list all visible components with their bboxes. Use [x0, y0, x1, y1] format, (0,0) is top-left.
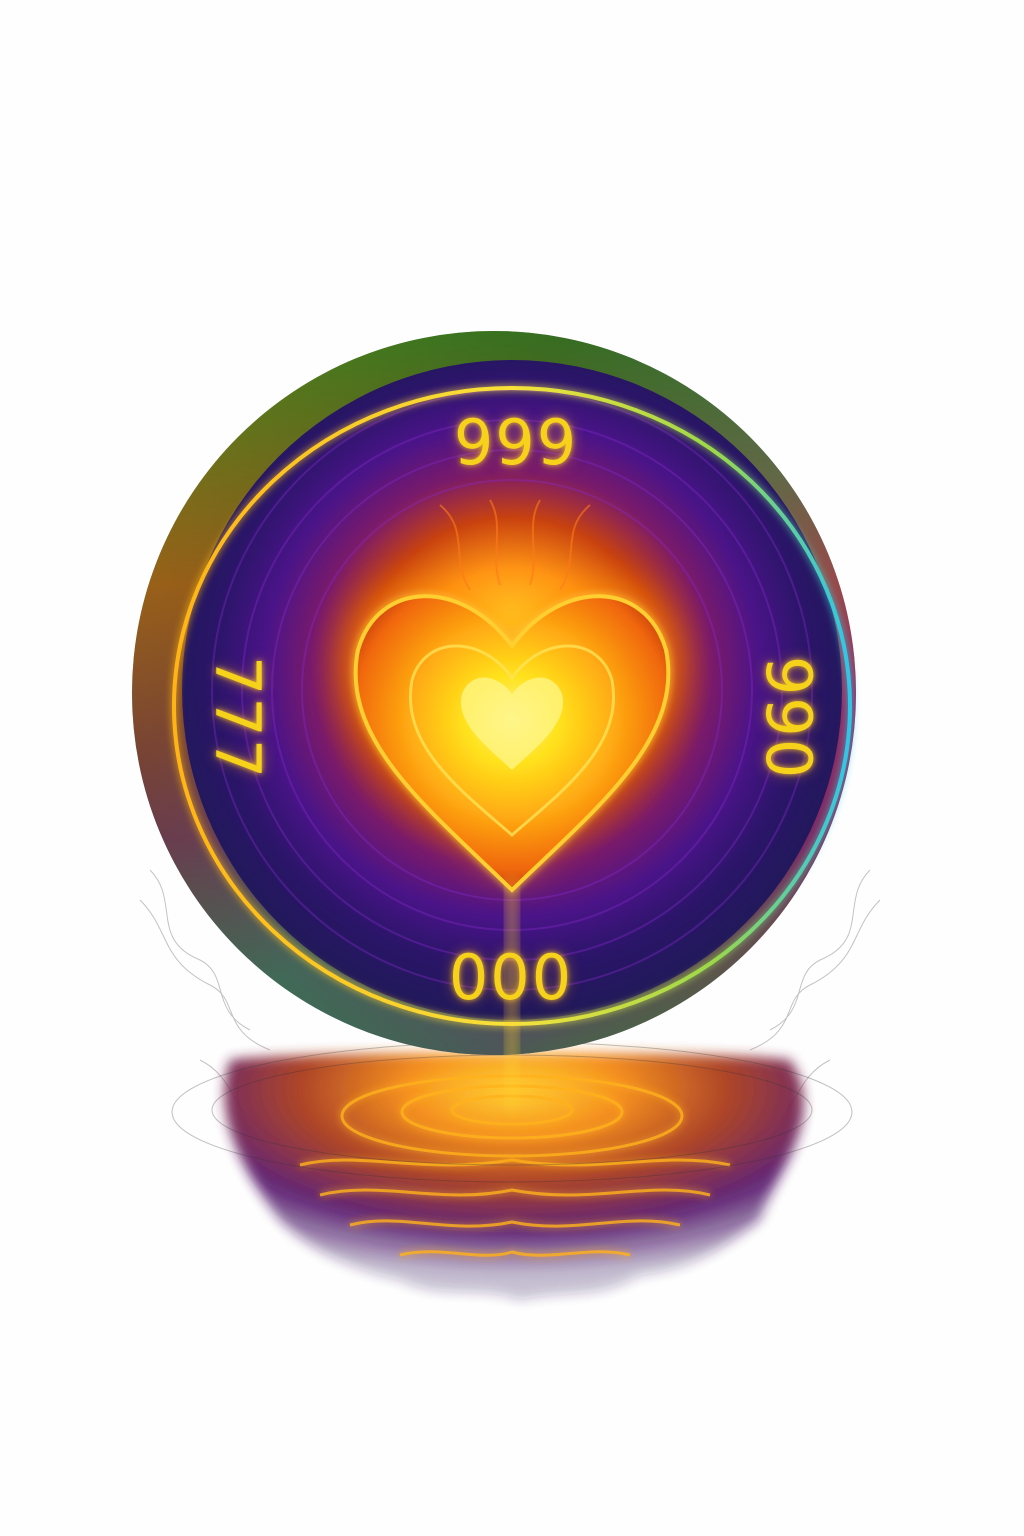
- artwork-canvas: 999 777 990 000: [0, 0, 1024, 1536]
- number-top: 999: [453, 406, 579, 479]
- number-right: 990: [752, 655, 825, 781]
- number-bottom: 000: [448, 941, 574, 1014]
- artwork-svg: [132, 331, 881, 1300]
- number-left: 777: [201, 655, 274, 781]
